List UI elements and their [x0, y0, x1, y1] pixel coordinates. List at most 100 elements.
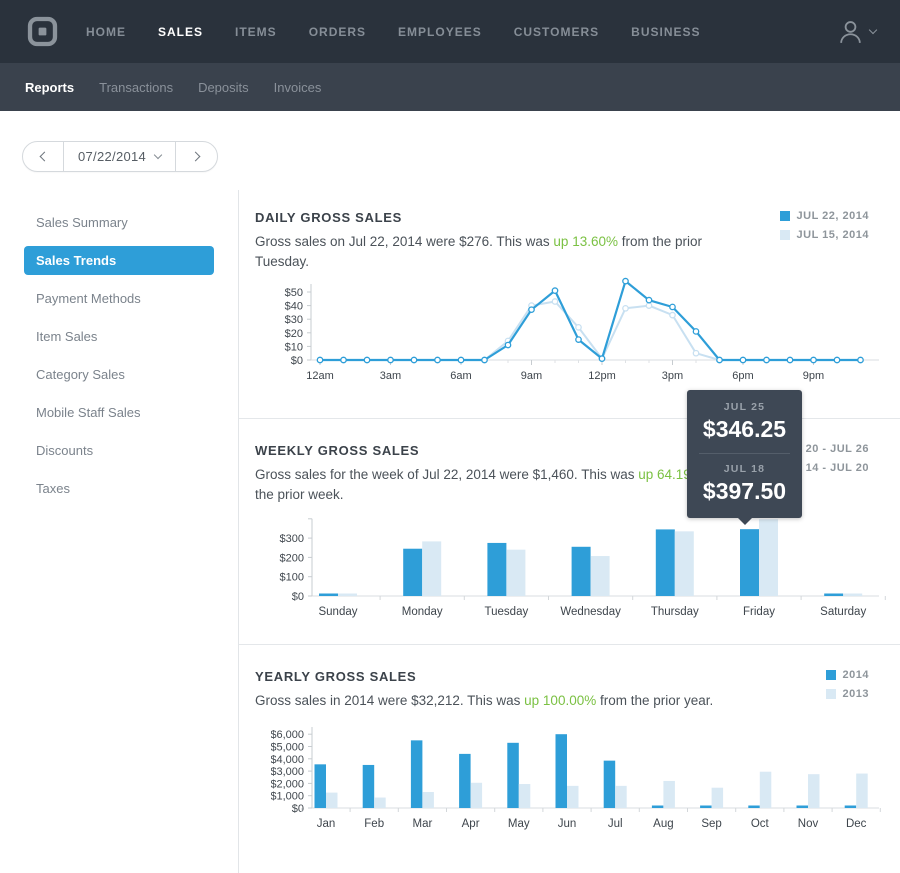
sales-sub-nav: Reports Transactions Deposits Invoices	[0, 63, 900, 111]
svg-text:$20: $20	[285, 328, 303, 340]
svg-text:$1,000: $1,000	[271, 790, 304, 802]
svg-text:$0: $0	[291, 355, 303, 367]
svg-text:Apr: Apr	[462, 818, 480, 830]
legend-swatch-prior	[780, 230, 790, 240]
svg-text:$40: $40	[285, 301, 303, 313]
svg-text:Saturday: Saturday	[820, 606, 866, 618]
weekly-gross-sales-bar-chart[interactable]: $0$100$200$300SundayMondayTuesdayWednesd…	[271, 516, 891, 620]
chevron-right-icon	[190, 152, 200, 162]
svg-text:$30: $30	[285, 314, 303, 326]
nav-item-business[interactable]: BUSINESS	[631, 25, 700, 39]
account-menu[interactable]	[838, 19, 876, 44]
svg-text:3pm: 3pm	[662, 370, 683, 382]
svg-text:3am: 3am	[380, 370, 401, 382]
svg-text:$10: $10	[285, 342, 303, 354]
sidebar-item-sales-trends[interactable]: Sales Trends	[24, 246, 214, 275]
yearly-gross-sales-bar-chart[interactable]: $0$1,000$2,000$3,000$4,000$5,000$6,000Ja…	[271, 725, 891, 835]
daily-up-percent: up 13.60%	[553, 234, 618, 249]
legend-swatch-current	[780, 211, 790, 221]
legend-swatch-2013	[826, 689, 836, 699]
yearly-up-percent: up 100.00%	[524, 693, 596, 708]
sidebar-item-taxes[interactable]: Taxes	[24, 474, 214, 503]
svg-text:$300: $300	[280, 533, 304, 545]
sidebar-item-payment-methods[interactable]: Payment Methods	[24, 284, 214, 313]
daily-gross-sales-line-chart[interactable]: $0$10 $20 $30$40 $50 12am 3am 6am 9am 12pm 3pm 6pm…	[271, 277, 891, 385]
svg-text:12am: 12am	[306, 370, 334, 382]
yearly-gross-sales-section: YEARLY GROSS SALES Gross sales in 2014 w…	[239, 644, 900, 840]
sidebar-item-item-sales[interactable]: Item Sales	[24, 322, 214, 351]
svg-text:Sunday: Sunday	[318, 606, 357, 618]
sidebar-item-mobile-staff-sales[interactable]: Mobile Staff Sales	[24, 398, 214, 427]
square-logo-icon[interactable]	[27, 16, 58, 47]
reports-main: DAILY GROSS SALES Gross sales on Jul 22,…	[239, 190, 900, 873]
svg-text:12pm: 12pm	[588, 370, 616, 382]
prev-date-button[interactable]	[23, 142, 64, 171]
svg-text:Jun: Jun	[558, 818, 577, 830]
svg-text:Monday: Monday	[402, 606, 443, 618]
svg-text:$200: $200	[280, 553, 304, 565]
nav-item-home[interactable]: HOME	[86, 25, 126, 39]
svg-text:$3,000: $3,000	[271, 766, 304, 778]
tooltip-arrow-icon	[737, 517, 753, 525]
svg-text:Thursday: Thursday	[651, 606, 699, 618]
nav-item-customers[interactable]: CUSTOMERS	[514, 25, 599, 39]
svg-text:9am: 9am	[521, 370, 542, 382]
sidebar-item-category-sales[interactable]: Category Sales	[24, 360, 214, 389]
sidebar-item-discounts[interactable]: Discounts	[24, 436, 214, 465]
tooltip-date-current: JUL 25	[687, 401, 802, 413]
person-icon	[838, 19, 863, 44]
legend-item: 2014	[826, 669, 869, 681]
top-nav: HOME SALES ITEMS ORDERS EMPLOYEES CUSTOM…	[0, 0, 900, 63]
svg-text:Wednesday: Wednesday	[560, 606, 621, 618]
svg-text:Friday: Friday	[743, 606, 775, 618]
next-date-button[interactable]	[176, 142, 217, 171]
tooltip-value-prior: $397.50	[687, 478, 802, 505]
svg-text:Tuesday: Tuesday	[485, 606, 529, 618]
date-select[interactable]: 07/22/2014	[64, 142, 176, 171]
daily-legend: JUL 22, 2014 JUL 15, 2014	[780, 210, 869, 271]
date-value: 07/22/2014	[78, 149, 146, 164]
daily-gross-sales-section: DAILY GROSS SALES Gross sales on Jul 22,…	[239, 190, 900, 418]
yearly-section-description: Gross sales in 2014 were $32,212. This w…	[255, 691, 741, 711]
svg-text:Jul: Jul	[608, 818, 623, 830]
yearly-legend: 2014 2013	[826, 669, 869, 711]
subnav-item-deposits[interactable]: Deposits	[198, 80, 249, 95]
legend-item: JUL 15, 2014	[780, 229, 869, 241]
svg-text:Feb: Feb	[364, 818, 384, 830]
date-picker: 07/22/2014	[22, 141, 218, 172]
daily-section-description: Gross sales on Jul 22, 2014 were $276. T…	[255, 232, 741, 271]
legend-item: 2013	[826, 688, 869, 700]
date-bar: 07/22/2014	[0, 111, 900, 190]
svg-text:$50: $50	[285, 287, 303, 299]
legend-item: JUL 22, 2014	[780, 210, 869, 222]
chevron-left-icon	[40, 152, 50, 162]
svg-text:May: May	[508, 818, 530, 830]
nav-item-orders[interactable]: ORDERS	[309, 25, 366, 39]
nav-item-employees[interactable]: EMPLOYEES	[398, 25, 482, 39]
svg-text:9pm: 9pm	[803, 370, 824, 382]
subnav-item-invoices[interactable]: Invoices	[274, 80, 322, 95]
svg-text:Nov: Nov	[798, 818, 819, 830]
subnav-item-reports[interactable]: Reports	[25, 80, 74, 95]
svg-text:Dec: Dec	[846, 818, 867, 830]
nav-item-items[interactable]: ITEMS	[235, 25, 277, 39]
tooltip-divider	[699, 453, 790, 454]
svg-text:6pm: 6pm	[732, 370, 753, 382]
tooltip-value-current: $346.25	[687, 416, 802, 443]
chevron-down-icon	[154, 151, 162, 159]
legend-swatch-2014	[826, 670, 836, 680]
svg-text:$100: $100	[280, 572, 304, 584]
nav-item-sales[interactable]: SALES	[158, 25, 203, 39]
yearly-section-title: YEARLY GROSS SALES	[255, 669, 826, 684]
chart-tooltip: JUL 25 $346.25 JUL 18 $397.50	[687, 390, 802, 518]
reports-sidebar: Sales Summary Sales Trends Payment Metho…	[0, 190, 239, 873]
svg-text:Oct: Oct	[751, 818, 770, 830]
svg-text:6am: 6am	[450, 370, 471, 382]
sidebar-item-sales-summary[interactable]: Sales Summary	[24, 208, 214, 237]
svg-text:$6,000: $6,000	[271, 729, 304, 741]
weekly-section-description: Gross sales for the week of Jul 22, 2014…	[255, 465, 741, 504]
subnav-item-transactions[interactable]: Transactions	[99, 80, 173, 95]
chevron-down-icon	[869, 26, 877, 34]
svg-text:Mar: Mar	[412, 818, 432, 830]
svg-text:Aug: Aug	[653, 818, 673, 830]
